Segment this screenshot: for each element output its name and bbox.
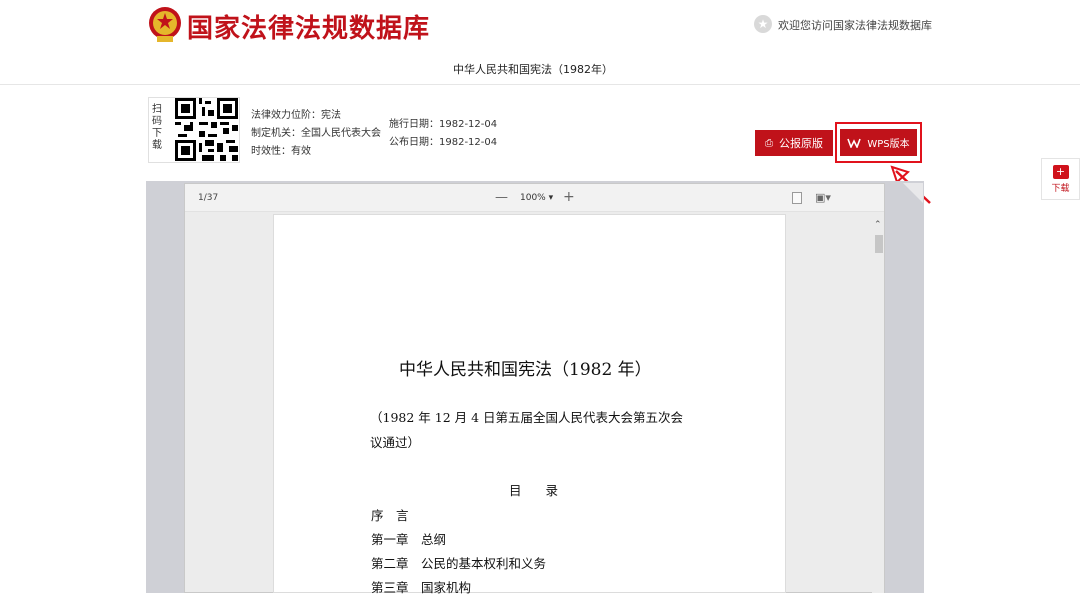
toc-item: 第一章 总纲 bbox=[371, 532, 447, 547]
toc-item: 第二章 公民的基本权利和义务 bbox=[371, 556, 547, 571]
scrollbar-thumb[interactable] bbox=[875, 235, 883, 253]
wps-icon bbox=[847, 138, 862, 148]
toc-item: 第三章 国家机构 bbox=[371, 580, 472, 595]
viewer-corner-decoration bbox=[903, 183, 923, 203]
enacting-authority: 制定机关：全国人民代表大会 bbox=[251, 128, 381, 139]
publish-date: 公布日期：1982-12-04 bbox=[389, 137, 498, 148]
document-properties-icon[interactable] bbox=[792, 192, 802, 204]
wps-version-label: WPS版本 bbox=[867, 139, 910, 150]
welcome-text: 欢迎您访问国家法律法规数据库 bbox=[778, 19, 932, 32]
gazette-original-button[interactable]: ⎙ 公报原版 bbox=[755, 130, 833, 156]
zoom-out-button[interactable]: — bbox=[495, 190, 508, 205]
zoom-level-select[interactable]: 100% ▾ bbox=[520, 193, 553, 203]
adoption-note-line-2: 议通过） bbox=[370, 435, 421, 450]
toc-item: 序 言 bbox=[371, 508, 409, 523]
header-divider bbox=[0, 84, 1080, 85]
effect-level: 法律效力位阶：宪法 bbox=[251, 110, 341, 121]
zoom-in-button[interactable]: + bbox=[563, 189, 575, 205]
pdf-icon: ⎙ bbox=[765, 137, 773, 149]
effective-date: 施行日期：1982-12-04 bbox=[389, 119, 498, 130]
download-icon: + bbox=[1052, 164, 1069, 179]
gazette-original-label: 公报原版 bbox=[779, 137, 823, 150]
wps-version-button[interactable]: WPS版本 bbox=[840, 129, 917, 156]
adoption-note-line-1: （1982 年 12 月 4 日第五届全国人民代表大会第五次会 bbox=[370, 410, 684, 425]
pdf-page bbox=[273, 214, 786, 593]
side-download-label: 下载 bbox=[1051, 183, 1070, 194]
side-download-button[interactable]: + 下载 bbox=[1041, 158, 1080, 200]
star-icon: ★ bbox=[754, 15, 772, 33]
scroll-up-arrow-icon[interactable]: ⌃ bbox=[874, 220, 882, 230]
save-menu-icon[interactable]: ▣▾ bbox=[815, 191, 831, 204]
page-indicator: 1/37 bbox=[198, 193, 219, 203]
document-title: 中华人民共和国宪法（1982年） bbox=[453, 63, 613, 76]
site-title[interactable]: 国家法律法规数据库 bbox=[187, 8, 430, 45]
validity-status: 时效性：有效 bbox=[251, 146, 311, 157]
qr-download-label: 扫码下载 bbox=[152, 104, 162, 151]
national-emblem-logo bbox=[149, 7, 181, 42]
toc-heading: 目录 bbox=[509, 483, 583, 498]
page-document-title: 中华人民共和国宪法（1982 年） bbox=[399, 360, 652, 380]
viewer-scrollbar[interactable] bbox=[872, 218, 884, 593]
qr-code-icon[interactable] bbox=[175, 98, 238, 161]
